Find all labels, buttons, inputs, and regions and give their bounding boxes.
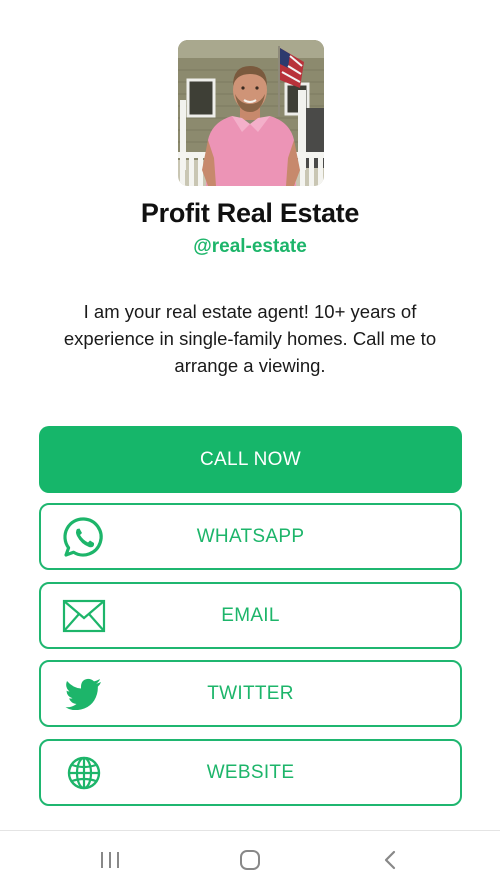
profile-name: Profit Real Estate <box>140 198 360 228</box>
profile-bio: I am your real estate agent! 10+ years o… <box>63 301 437 376</box>
call-now-label: CALL NOW <box>200 448 301 470</box>
back-icon <box>384 850 396 870</box>
home-icon <box>240 850 260 870</box>
system-navigation-bar <box>0 830 500 890</box>
email-label: EMAIL <box>221 604 280 626</box>
twitter-button[interactable]: TWITTER <box>39 660 462 727</box>
whatsapp-icon <box>61 514 107 560</box>
call-now-button[interactable]: CALL NOW <box>39 426 462 493</box>
home-button[interactable] <box>230 845 270 875</box>
email-button[interactable]: EMAIL <box>39 582 462 649</box>
profile-handle[interactable]: @real-estate <box>0 236 500 258</box>
agent-photo <box>178 40 324 186</box>
twitter-label: TWITTER <box>207 682 294 704</box>
recents-button[interactable] <box>90 845 130 875</box>
profile-avatar <box>178 40 324 186</box>
recents-icon <box>101 852 119 868</box>
website-button[interactable]: WEBSITE <box>39 739 462 806</box>
envelope-icon <box>61 593 107 639</box>
whatsapp-button[interactable]: WHATSAPP <box>39 503 462 570</box>
website-label: WEBSITE <box>206 761 295 783</box>
back-button[interactable] <box>370 845 410 875</box>
globe-icon <box>61 750 107 796</box>
whatsapp-label: WHATSAPP <box>196 525 305 547</box>
twitter-bird-icon <box>61 671 107 717</box>
